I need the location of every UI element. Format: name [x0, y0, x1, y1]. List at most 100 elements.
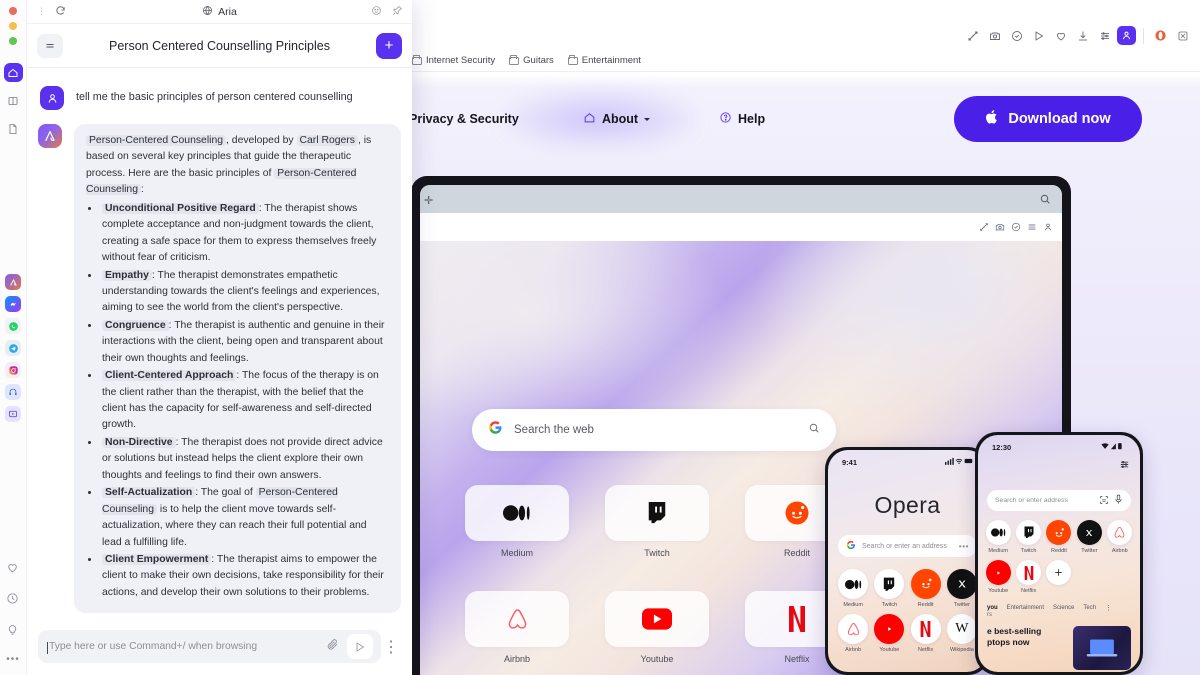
instagram-icon[interactable] [5, 362, 21, 378]
search-icon[interactable] [808, 421, 820, 439]
vpn-shield-icon[interactable] [1007, 26, 1026, 45]
speed-dial-twitch[interactable]: Twitch [605, 485, 709, 558]
speed-dial-youtube[interactable]: Youtube [605, 591, 709, 664]
mockup-addressbar[interactable] [420, 213, 1062, 241]
heart-icon[interactable] [6, 561, 19, 579]
sidebar-item-notes[interactable] [4, 119, 23, 138]
phone-tile-wikipedia[interactable]: W Wikipedia [946, 614, 978, 653]
snapshot-icon[interactable] [979, 219, 989, 237]
close-window-button[interactable] [9, 7, 17, 15]
principle-item: Congruence: The therapist is authentic a… [100, 318, 389, 367]
whatsapp-icon[interactable] [5, 318, 21, 334]
phone-tile-reddit[interactable]: Reddit [910, 569, 942, 608]
snapshot-icon[interactable] [963, 26, 982, 45]
phone-tile-youtube[interactable]: Youtube [985, 560, 1011, 594]
phone-two-news-item[interactable]: e best-selling ptops now [978, 618, 1140, 670]
hamburger-icon[interactable] [37, 33, 63, 58]
phone-tile-airbnb[interactable]: Airbnb [1107, 520, 1133, 554]
sidebar-item-reading-list[interactable] [4, 91, 23, 110]
camera-icon[interactable] [995, 219, 1005, 237]
phone-tile-twitter[interactable]: Twitter [1076, 520, 1102, 554]
bookmark-internet-security[interactable]: Internet Security [412, 55, 495, 66]
news-tab-you[interactable]: you [987, 605, 998, 611]
easy-setup-icon[interactable] [1095, 26, 1114, 45]
minimize-window-button[interactable] [9, 22, 17, 30]
easy-setup-icon[interactable] [1027, 219, 1037, 237]
plus-icon[interactable]: ✛ [424, 194, 433, 207]
lightbulb-icon[interactable] [6, 623, 19, 641]
aria-icon[interactable] [5, 274, 21, 290]
mockup-search-box[interactable]: Search the web [472, 409, 836, 451]
phone-tile-netflix[interactable]: Netflix [910, 614, 942, 653]
phone-one-address-bar[interactable]: Search or enter an address ••• [838, 535, 977, 557]
heart-icon[interactable] [1051, 26, 1070, 45]
download-now-button[interactable]: Download now [954, 96, 1142, 142]
maximize-window-button[interactable] [9, 37, 17, 45]
more-icon[interactable]: ••• [6, 654, 20, 665]
airbnb-icon [838, 614, 869, 644]
blocked-extension-icon[interactable] [1173, 26, 1192, 45]
profile-icon[interactable] [1043, 219, 1053, 237]
intro-mid-1: , developed by [226, 135, 294, 146]
principle-term: Unconditional Positive Regard [102, 202, 259, 214]
speed-dial-airbnb[interactable]: Airbnb [465, 591, 569, 664]
phone-tile-twitter[interactable]: Twitter [946, 569, 978, 608]
principle-item: Unconditional Positive Regard: The thera… [100, 201, 389, 267]
more-icon[interactable]: ••• [959, 542, 969, 551]
paperclip-icon[interactable] [326, 638, 339, 656]
bookmark-entertainment[interactable]: Entertainment [567, 55, 641, 66]
send-icon[interactable] [347, 634, 373, 659]
telegram-icon[interactable] [5, 340, 21, 356]
phone-two-screen: 12:30 Search or enter address Medium Twi… [978, 435, 1140, 672]
phone-tile-airbnb[interactable]: Airbnb [837, 614, 869, 653]
phone-tile-netflix[interactable]: Netflix [1015, 560, 1042, 594]
aria-input-field[interactable]: Type here or use Command+/ when browsing [38, 630, 381, 663]
sliders-icon[interactable] [1119, 457, 1130, 475]
phone-tile-youtube[interactable]: Youtube [873, 614, 905, 653]
bookmark-guitars[interactable]: Guitars [509, 55, 554, 66]
reload-icon[interactable] [55, 3, 66, 21]
pin-icon[interactable] [392, 3, 403, 21]
nav-item-about[interactable]: About [583, 111, 651, 127]
phone-tile-twitch[interactable]: Twitch [1015, 520, 1042, 554]
reddit-icon [910, 569, 941, 599]
news-tab-science[interactable]: Science [1053, 605, 1074, 611]
phone-tile-twitch[interactable]: Twitch [873, 569, 905, 608]
emoji-icon[interactable] [371, 3, 382, 21]
phone-two-address-bar[interactable]: Search or enter address [987, 490, 1131, 511]
profile-icon[interactable] [1117, 26, 1136, 45]
nav-item-help[interactable]: Help [719, 111, 765, 127]
phone-tile-add[interactable] [1046, 560, 1072, 594]
phone-tile-reddit[interactable]: Reddit [1046, 520, 1072, 554]
send-icon[interactable] [1029, 26, 1048, 45]
nav-item-privacy-security[interactable]: Privacy & Security [409, 112, 519, 126]
history-icon[interactable] [6, 592, 19, 610]
search-icon[interactable] [1039, 192, 1051, 210]
camera-icon[interactable] [985, 26, 1004, 45]
status-time: 12:30 [992, 442, 1012, 452]
phone-tile-medium[interactable]: Medium [837, 569, 869, 608]
browser-toolbar-icons [963, 26, 1192, 45]
vpn-shield-icon[interactable] [1011, 219, 1021, 237]
airbnb-icon [1107, 520, 1133, 545]
download-icon[interactable] [1073, 26, 1092, 45]
messenger-icon[interactable] [5, 296, 21, 312]
grip-icon[interactable]: ⋮ [37, 6, 46, 17]
apple-icon [985, 109, 999, 129]
sidebar-item-home[interactable] [3, 63, 23, 82]
tile-label: Airbnb [1111, 548, 1128, 554]
video-icon[interactable] [5, 406, 21, 422]
speed-dial-medium[interactable]: Medium [465, 485, 569, 558]
globe-icon [202, 5, 213, 19]
opera-extension-icon[interactable] [1151, 26, 1170, 45]
mic-icon[interactable] [1114, 492, 1123, 510]
phone-tile-medium[interactable]: Medium [985, 520, 1011, 554]
more-vertical-icon[interactable]: ⋮ [381, 637, 401, 657]
music-icon[interactable] [5, 384, 21, 400]
qr-scan-icon[interactable] [1099, 492, 1109, 510]
news-tab-entertainment[interactable]: Entertainment [1007, 605, 1044, 611]
more-vertical-icon[interactable]: ⋮ [1105, 604, 1112, 612]
new-chat-button[interactable]: + [376, 32, 402, 59]
netflix-icon [910, 614, 941, 644]
news-tab-tech[interactable]: Tech [1083, 605, 1096, 611]
